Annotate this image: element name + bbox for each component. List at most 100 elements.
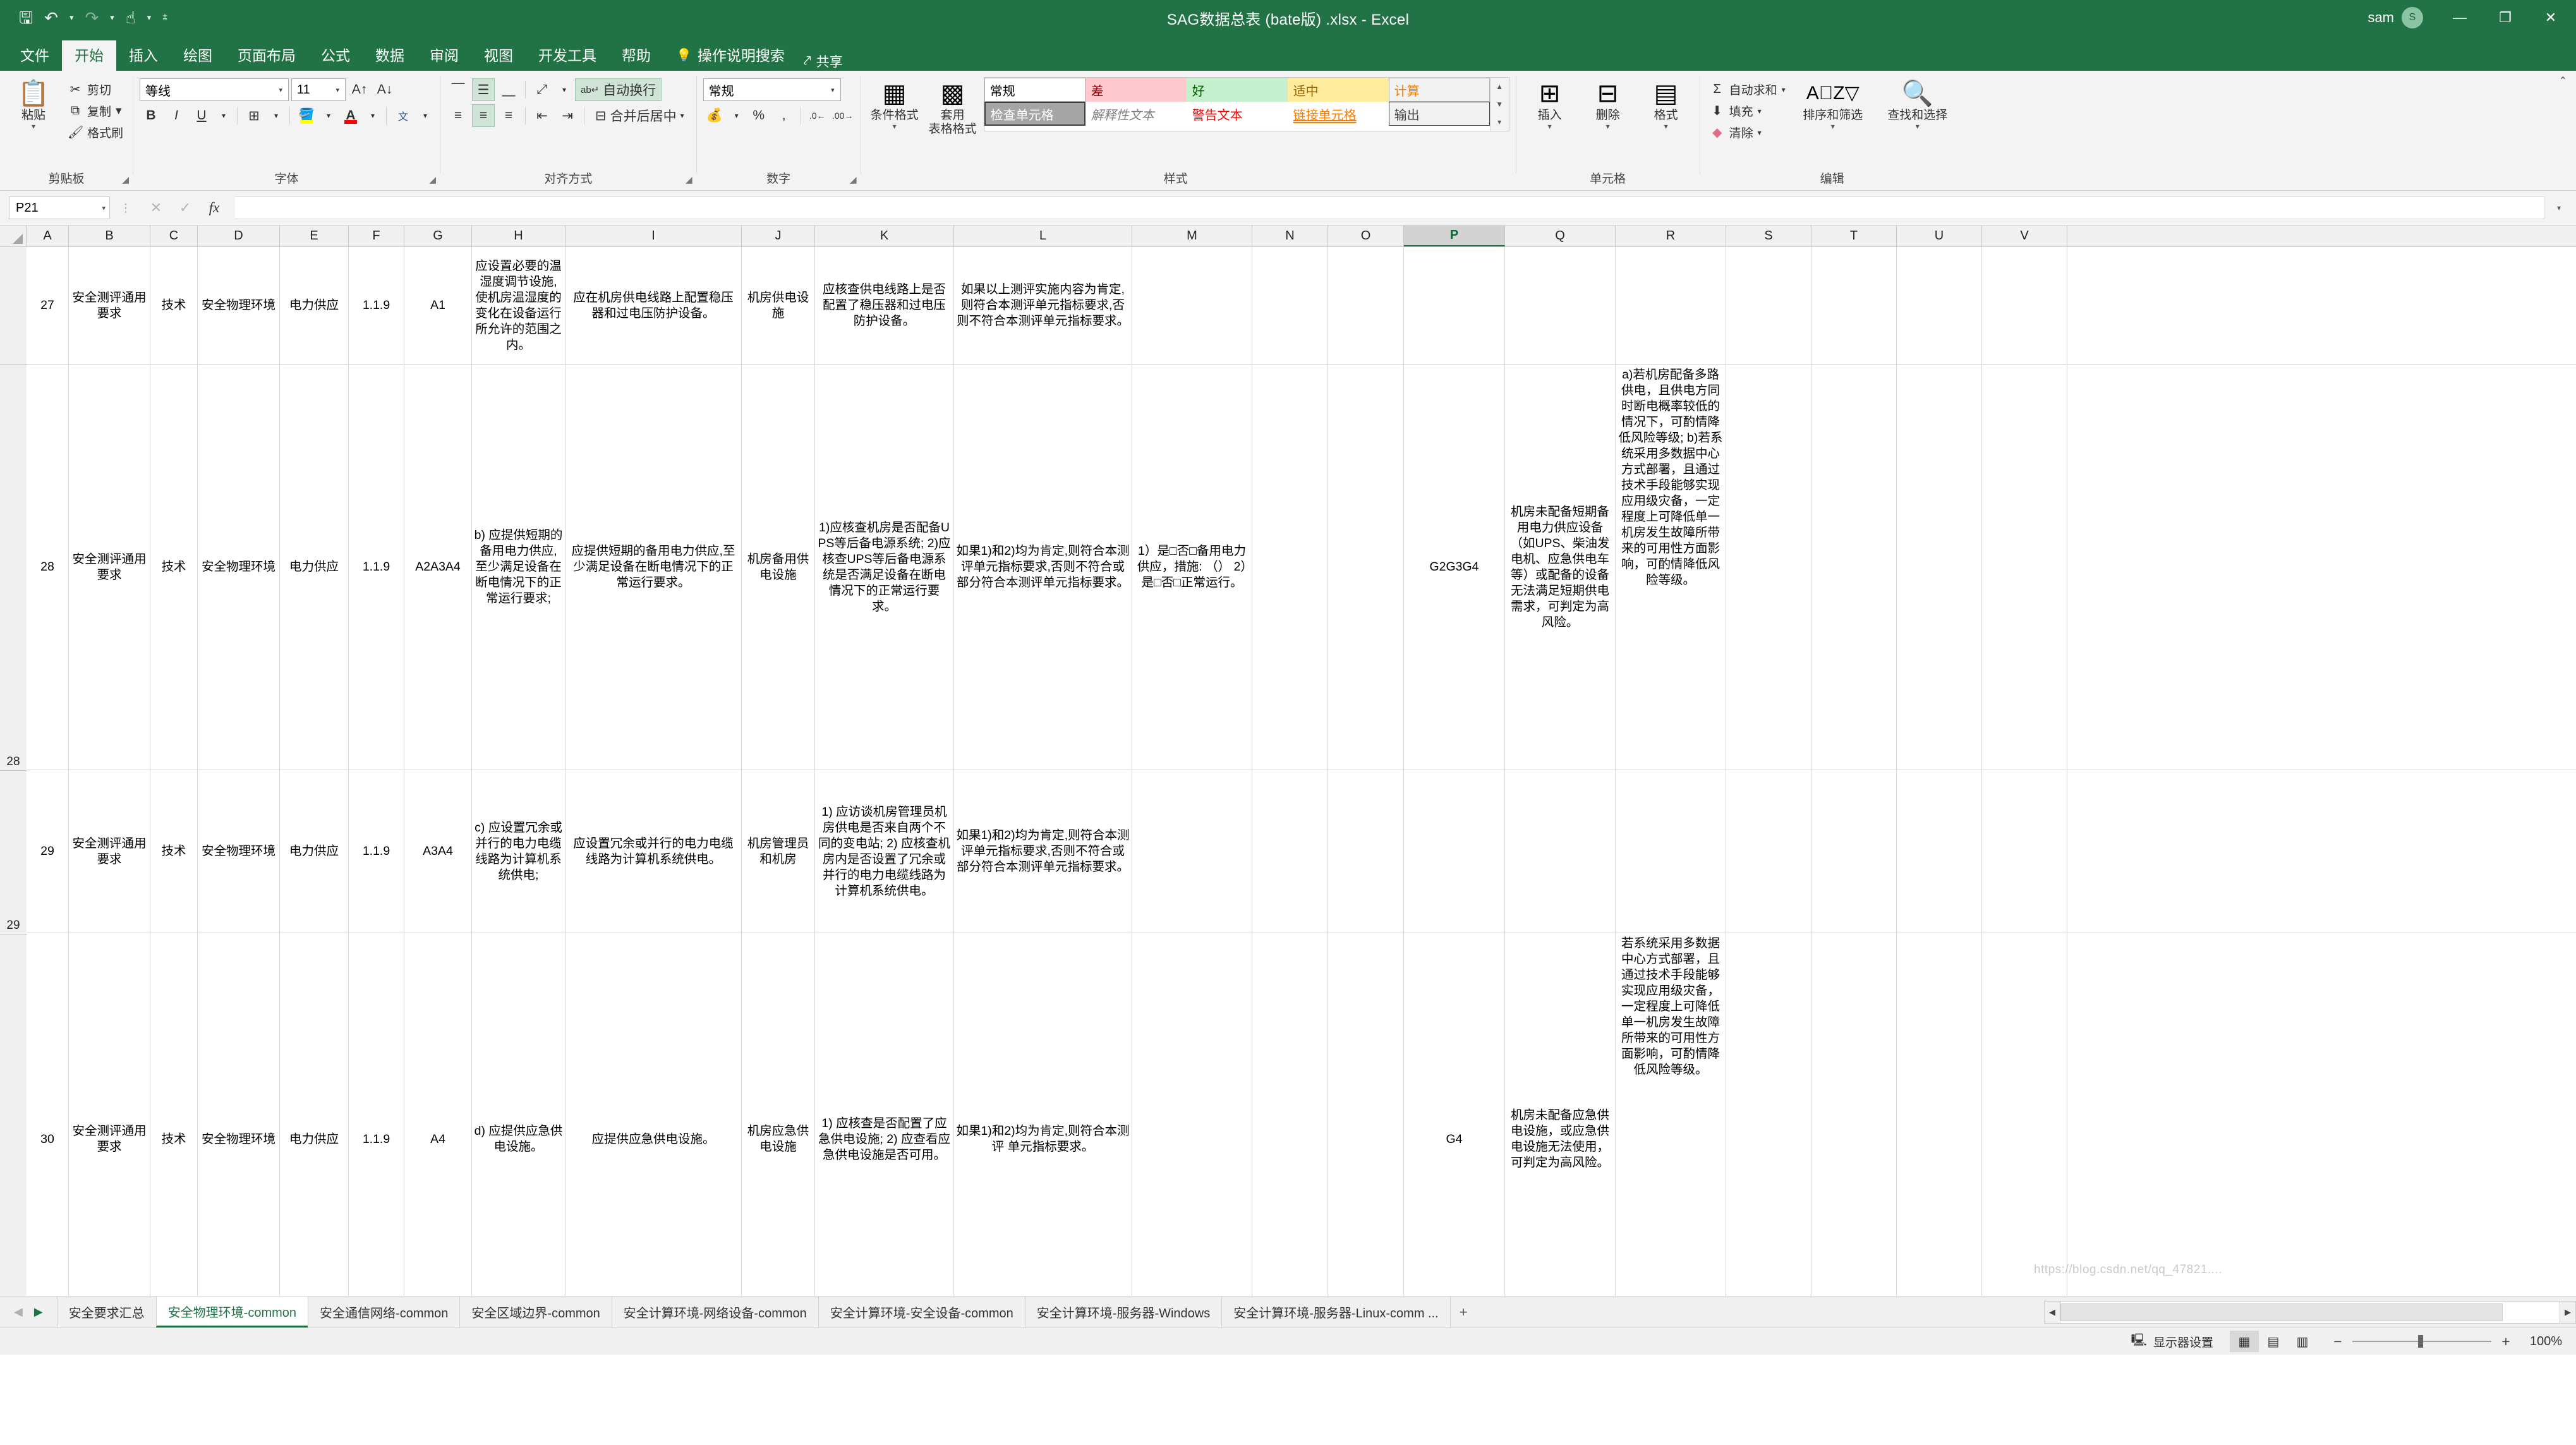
cell-N27[interactable]	[1252, 247, 1328, 364]
hscroll-track[interactable]	[2060, 1300, 2560, 1324]
formula-bar-grip[interactable]: ⋮	[116, 202, 135, 215]
cell-J29[interactable]: 机房管理员和机房	[742, 770, 815, 933]
column-header-U[interactable]: U	[1897, 226, 1982, 246]
find-select-dropdown-icon[interactable]: ▾	[1916, 123, 1920, 130]
add-sheet-button[interactable]: +	[1449, 1297, 1477, 1327]
wrap-text-button[interactable]: ab↵ 自动换行	[575, 78, 662, 101]
scroll-right-icon[interactable]: ▶	[2560, 1300, 2576, 1324]
zoom-out-button[interactable]: −	[2331, 1333, 2345, 1350]
cell-S27[interactable]	[1726, 247, 1811, 364]
share-button[interactable]: ⤤ 共享	[797, 52, 859, 71]
sheet-tab-4[interactable]: 安全计算环境-网络设备-common	[611, 1297, 818, 1327]
cell-A27[interactable]: 27	[27, 247, 69, 364]
cell-U28[interactable]	[1897, 365, 1982, 770]
cell-C28[interactable]: 技术	[150, 365, 198, 770]
cell-V30[interactable]	[1982, 933, 2067, 1296]
minimize-button[interactable]: —	[2437, 0, 2482, 35]
sort-filter-dropdown-icon[interactable]: ▾	[1831, 123, 1835, 130]
cell-H29[interactable]: c) 应设置冗余或并行的电力电缆线路为计算机系统供电;	[472, 770, 565, 933]
autosum-button[interactable]: Σ 自动求和 ▾	[1707, 80, 1789, 99]
sheet-tab-1[interactable]: 安全物理环境-common	[155, 1297, 308, 1327]
table-row[interactable]: 30 安全测评通用要求 技术 安全物理环境 电力供应 1.1.9 A4 d) 应提供应急供电设…	[27, 933, 2576, 1296]
cell-R27[interactable]	[1616, 247, 1726, 364]
cell-I30[interactable]: 应提供应急供电设施。	[565, 933, 742, 1296]
cell-M27[interactable]	[1132, 247, 1252, 364]
hscroll-thumb[interactable]	[2060, 1303, 2503, 1321]
sheet-tab-3[interactable]: 安全区域边界-common	[459, 1297, 611, 1327]
cell-J27[interactable]: 机房供电设施	[742, 247, 815, 364]
column-header-G[interactable]: G	[404, 226, 472, 246]
tab-draw[interactable]: 绘图	[171, 40, 225, 71]
number-dialog-launcher[interactable]: ◢	[850, 171, 857, 188]
sheet-cells[interactable]: 27 安全测评通用要求 技术 安全物理环境 电力供应 1.1.9 A1 应设置必要的温湿度调节…	[27, 247, 2576, 1296]
spreadsheet-grid[interactable]: ABCDEFGHIJKLMNOPQRSTUV 2829303132 27安全测评…	[0, 226, 2576, 1296]
column-header-I[interactable]: I	[565, 226, 742, 246]
sheet-tab-2[interactable]: 安全通信网络-common	[308, 1297, 459, 1327]
table-row[interactable]: 29 安全测评通用要求 技术 安全物理环境 电力供应 1.1.9 A3A4 c) 应设置冗余或…	[27, 770, 2576, 933]
cell-B29[interactable]: 安全测评通用要求	[69, 770, 150, 933]
tab-data[interactable]: 数据	[363, 40, 417, 71]
increase-font-size-icon[interactable]: A↑	[348, 78, 371, 101]
cell-D28[interactable]: 安全物理环境	[198, 365, 280, 770]
percent-style-button[interactable]: %	[747, 104, 770, 127]
zoom-level-label[interactable]: 100%	[2513, 1334, 2562, 1349]
tab-tell-me[interactable]: 💡 操作说明搜索	[663, 40, 797, 71]
touch-mode-icon[interactable]: ☝	[126, 9, 136, 26]
cell-P29[interactable]	[1404, 770, 1505, 933]
sheet-tab-5[interactable]: 安全计算环境-安全设备-common	[818, 1297, 1025, 1327]
cell-I28[interactable]: 应提供短期的备用电力供应,至少满足设备在断电情况下的正常运行要求。	[565, 365, 742, 770]
column-header-C[interactable]: C	[150, 226, 198, 246]
tab-insert[interactable]: 插入	[116, 40, 171, 71]
cell-Q29[interactable]	[1505, 770, 1616, 933]
touch-dropdown-icon[interactable]: ▾	[147, 13, 152, 23]
cell-style-check-cell[interactable]: 检查单元格	[984, 102, 1085, 126]
decrease-indent-icon[interactable]: ⇤	[531, 104, 553, 127]
cell-S30[interactable]	[1726, 933, 1811, 1296]
zoom-in-button[interactable]: +	[2499, 1333, 2513, 1350]
italic-button[interactable]: I	[165, 104, 188, 127]
zoom-track[interactable]	[2352, 1335, 2491, 1348]
clipboard-dialog-launcher[interactable]: ◢	[122, 171, 129, 188]
clear-dropdown-icon[interactable]: ▾	[1758, 128, 1762, 137]
format-cells-button[interactable]: ▤ 格式 ▾	[1639, 77, 1693, 130]
fill-dropdown-icon[interactable]: ▾	[1758, 107, 1762, 116]
cell-D27[interactable]: 安全物理环境	[198, 247, 280, 364]
column-header-H[interactable]: H	[472, 226, 565, 246]
expand-formula-bar-icon[interactable]: ▾	[2551, 203, 2567, 212]
cell-style-bad[interactable]: 差	[1085, 78, 1187, 102]
insert-cells-button[interactable]: ⊞ 插入 ▾	[1523, 77, 1577, 130]
cell-J30[interactable]: 机房应急供电设施	[742, 933, 815, 1296]
bold-button[interactable]: B	[140, 104, 162, 127]
insert-dropdown-icon[interactable]: ▾	[1548, 123, 1552, 130]
tab-formulas[interactable]: 公式	[308, 40, 363, 71]
tab-help[interactable]: 帮助	[609, 40, 663, 71]
gallery-scroll-down-icon[interactable]: ▼	[1491, 95, 1509, 113]
cell-F28[interactable]: 1.1.9	[349, 365, 404, 770]
cell-F27[interactable]: 1.1.9	[349, 247, 404, 364]
currency-dropdown-icon[interactable]: ▾	[729, 104, 745, 127]
undo-dropdown-icon[interactable]: ▾	[70, 13, 74, 23]
normal-view-icon[interactable]: ▦	[2230, 1331, 2259, 1352]
column-header-K[interactable]: K	[815, 226, 954, 246]
cell-K27[interactable]: 应核查供电线路上是否配置了稳压器和过电压防护设备。	[815, 247, 954, 364]
formula-input[interactable]	[235, 196, 2544, 219]
fill-button[interactable]: ⬇ 填充 ▾	[1707, 101, 1789, 121]
gallery-expand-icon[interactable]: ▾	[1491, 113, 1509, 131]
cell-T28[interactable]	[1811, 365, 1897, 770]
cell-P30[interactable]: G4	[1404, 933, 1505, 1296]
user-account[interactable]: sam S	[2367, 7, 2437, 28]
column-header-J[interactable]: J	[742, 226, 815, 246]
cell-style-linked-cell[interactable]: 链接单元格	[1287, 102, 1389, 126]
cell-I29[interactable]: 应设置冗余或并行的电力电缆线路为计算机系统供电。	[565, 770, 742, 933]
close-button[interactable]: ✕	[2528, 0, 2573, 35]
font-color-dropdown-icon[interactable]: ▾	[365, 104, 381, 127]
column-header-M[interactable]: M	[1132, 226, 1252, 246]
page-break-view-icon[interactable]: ▥	[2288, 1331, 2317, 1352]
select-all-button[interactable]	[0, 226, 27, 246]
cell-style-normal[interactable]: 常规	[984, 78, 1085, 102]
cell-A29[interactable]: 29	[27, 770, 69, 933]
save-icon[interactable]: 🖫	[19, 9, 33, 26]
chevron-down-icon[interactable]: ▾	[332, 86, 342, 94]
row-header-28[interactable]: 28	[0, 365, 27, 771]
align-left-icon[interactable]: ≡	[447, 104, 469, 127]
